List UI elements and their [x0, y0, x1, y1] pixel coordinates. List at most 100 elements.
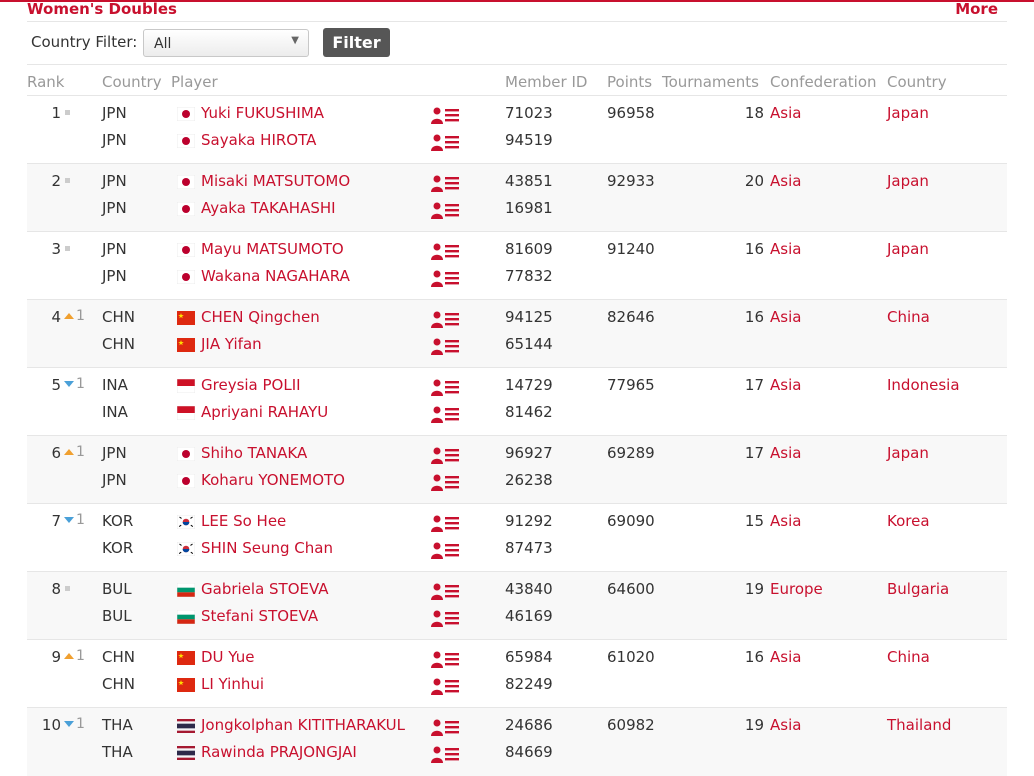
- confederation-link[interactable]: Asia: [770, 376, 801, 394]
- player-profile-icon[interactable]: [431, 241, 461, 261]
- player-country-code: THA: [102, 716, 133, 734]
- player-name-link[interactable]: Apriyani RAHAYU: [201, 403, 328, 421]
- col-header-member-id: Member ID: [505, 73, 588, 91]
- player-profile-icon[interactable]: [431, 445, 461, 465]
- player-name-link[interactable]: Shiho TANAKA: [201, 444, 307, 462]
- country-name-link[interactable]: Japan: [887, 104, 929, 122]
- player-profile-icon[interactable]: [431, 513, 461, 533]
- player-profile-icon[interactable]: [431, 173, 461, 193]
- confederation-link[interactable]: Europe: [770, 580, 823, 598]
- player-name-link[interactable]: LI Yinhui: [201, 675, 264, 693]
- player-country-code: JPN: [102, 131, 127, 149]
- player-profile-icon[interactable]: [431, 377, 461, 397]
- rank-change-value: 1: [76, 308, 85, 324]
- flag-jpn-icon: [177, 243, 195, 257]
- player-profile-icon[interactable]: [431, 581, 461, 601]
- player-profile-icon[interactable]: [431, 717, 461, 737]
- player-name-link[interactable]: DU Yue: [201, 648, 254, 666]
- player-name-link[interactable]: Sayaka HIROTA: [201, 131, 316, 149]
- col-header-tournaments: Tournaments: [662, 73, 759, 91]
- rank-number: 5: [51, 376, 61, 394]
- player-profile-icon[interactable]: [431, 309, 461, 329]
- filter-button[interactable]: Filter: [323, 28, 390, 57]
- confederation-link[interactable]: Asia: [770, 716, 801, 734]
- tournaments-count: 20: [744, 172, 764, 190]
- section-header: Women's Doubles More: [0, 0, 1034, 20]
- player-name-link[interactable]: Rawinda PRAJONGJAI: [201, 743, 357, 761]
- member-id: 65984: [505, 648, 553, 666]
- player-profile-icon[interactable]: [431, 540, 461, 560]
- player-name-link[interactable]: Misaki MATSUTOMO: [201, 172, 350, 190]
- player-profile-icon[interactable]: [431, 676, 461, 696]
- country-name-link[interactable]: Japan: [887, 172, 929, 190]
- player-profile-icon[interactable]: [431, 649, 461, 669]
- player-name-link[interactable]: Stefani STOEVA: [201, 607, 318, 625]
- rank-number: 1: [51, 104, 61, 122]
- member-id: 24686: [505, 716, 553, 734]
- player-country-code: INA: [102, 403, 128, 421]
- rank-change: 1: [64, 444, 85, 460]
- points: 91240: [607, 240, 655, 258]
- player-name-link[interactable]: CHEN Qingchen: [201, 308, 320, 326]
- country-name-link[interactable]: Indonesia: [887, 376, 960, 394]
- player-name-link[interactable]: LEE So Hee: [201, 512, 286, 530]
- player-name-link[interactable]: Mayu MATSUMOTO: [201, 240, 344, 258]
- country-filter-select[interactable]: All ▼: [143, 29, 309, 57]
- player-country-code: BUL: [102, 580, 132, 598]
- player-profile-icon[interactable]: [431, 268, 461, 288]
- player-name-link[interactable]: SHIN Seung Chan: [201, 539, 333, 557]
- player-name-link[interactable]: Wakana NAGAHARA: [201, 267, 350, 285]
- player-country-code: INA: [102, 376, 128, 394]
- player-profile-icon[interactable]: [431, 608, 461, 628]
- player-name-link[interactable]: Jongkolphan KITITHARAKUL: [201, 716, 405, 734]
- tournaments-count: 17: [744, 376, 764, 394]
- confederation-link[interactable]: Asia: [770, 104, 801, 122]
- rank-up-icon: [64, 449, 74, 455]
- country-name-link[interactable]: Japan: [887, 240, 929, 258]
- player-name-link[interactable]: Koharu YONEMOTO: [201, 471, 345, 489]
- player-profile-icon[interactable]: [431, 200, 461, 220]
- country-name-link[interactable]: Bulgaria: [887, 580, 949, 598]
- col-header-points: Points: [607, 73, 653, 91]
- confederation-link[interactable]: Asia: [770, 444, 801, 462]
- player-country-code: JPN: [102, 267, 127, 285]
- tournaments-count: 16: [744, 240, 764, 258]
- player-name-link[interactable]: Greysia POLII: [201, 376, 301, 394]
- rank-change-value: 1: [76, 716, 85, 732]
- player-name-link[interactable]: JIA Yifan: [201, 335, 262, 353]
- points: 60982: [607, 716, 655, 734]
- member-id: 96927: [505, 444, 553, 462]
- player-profile-icon[interactable]: [431, 744, 461, 764]
- rank-change: 1: [64, 308, 85, 324]
- points: 96958: [607, 104, 655, 122]
- player-name-link[interactable]: Gabriela STOEVA: [201, 580, 329, 598]
- player-name-link[interactable]: Yuki FUKUSHIMA: [201, 104, 324, 122]
- rank-change-value: 1: [76, 444, 85, 460]
- player-profile-icon[interactable]: [431, 472, 461, 492]
- member-id: 26238: [505, 471, 553, 489]
- player-profile-icon[interactable]: [431, 132, 461, 152]
- flag-jpn-icon: [177, 175, 195, 189]
- country-name-link[interactable]: China: [887, 648, 930, 666]
- player-profile-icon[interactable]: [431, 336, 461, 356]
- player-profile-icon[interactable]: [431, 105, 461, 125]
- member-id: 43851: [505, 172, 553, 190]
- rank-row: 5 1 INA Greysia POLII 14729 INA Apriyani RAHAY…: [27, 367, 1007, 436]
- country-name-link[interactable]: China: [887, 308, 930, 326]
- confederation-link[interactable]: Asia: [770, 648, 801, 666]
- member-id: 16981: [505, 199, 553, 217]
- confederation-link[interactable]: Asia: [770, 308, 801, 326]
- country-name-link[interactable]: Thailand: [887, 716, 951, 734]
- more-link[interactable]: More: [955, 0, 998, 18]
- flag-chn-icon: [177, 338, 195, 352]
- country-name-link[interactable]: Korea: [887, 512, 930, 530]
- player-profile-icon[interactable]: [431, 404, 461, 424]
- confederation-link[interactable]: Asia: [770, 240, 801, 258]
- confederation-link[interactable]: Asia: [770, 512, 801, 530]
- player-name-link[interactable]: Ayaka TAKAHASHI: [201, 199, 336, 217]
- rank-row: 1 JPN Yuki FUKUSHIMA 71023 JPN Sayaka HIROTA 9…: [27, 95, 1007, 164]
- rank-number: 8: [51, 580, 61, 598]
- confederation-link[interactable]: Asia: [770, 172, 801, 190]
- points: 69090: [607, 512, 655, 530]
- country-name-link[interactable]: Japan: [887, 444, 929, 462]
